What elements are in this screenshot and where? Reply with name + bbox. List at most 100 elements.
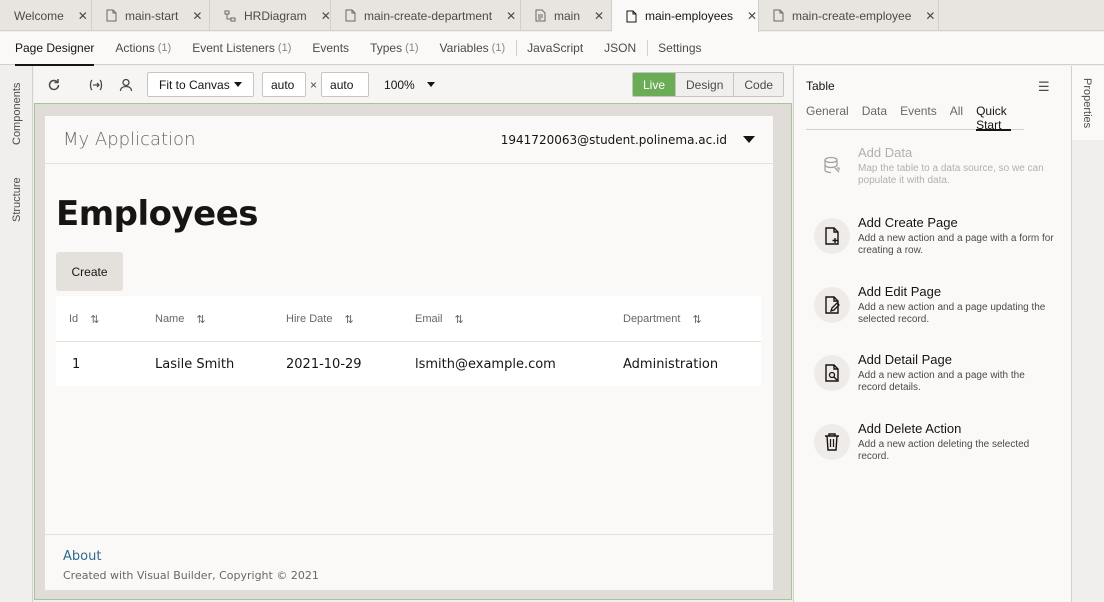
- column-header-email[interactable]: Email ⇅: [415, 296, 464, 342]
- quick-start-add-create-page[interactable]: Add Create Page Add a new action and a p…: [814, 215, 1054, 278]
- count-badge: (1): [277, 42, 292, 54]
- chevron-down-icon: [426, 82, 435, 87]
- tab-general[interactable]: General: [806, 104, 849, 130]
- close-icon[interactable]: ✕: [506, 9, 516, 23]
- tab-types[interactable]: Types (1): [370, 32, 418, 65]
- flow-icon: [535, 9, 546, 22]
- quick-start-title: Add Delete Action: [858, 421, 962, 436]
- tab-actions[interactable]: Actions (1): [115, 32, 171, 65]
- live-mode-button[interactable]: Live: [633, 73, 676, 96]
- count-badge: (1): [157, 42, 172, 54]
- tab-label: main-employees: [645, 9, 734, 23]
- chevron-down-icon: [234, 82, 242, 87]
- tab-javascript[interactable]: JavaScript: [527, 32, 583, 65]
- sort-icon: ⇅: [692, 313, 702, 326]
- properties-tabs: General Data Events All Quick Start: [806, 104, 1024, 132]
- quick-start-add-edit-page[interactable]: Add Edit Page Add a new action and a pag…: [814, 284, 1054, 347]
- chevron-down-icon: [743, 136, 755, 143]
- column-label: Name: [155, 313, 185, 325]
- close-icon[interactable]: ✕: [192, 9, 202, 23]
- design-mode-button[interactable]: Design: [675, 73, 734, 96]
- column-header-department[interactable]: Department ⇅: [623, 296, 702, 342]
- quick-start-description: Add a new action and a page updating the…: [858, 302, 1046, 325]
- user-menu[interactable]: 1941720063@student.polinema.ac.id: [501, 133, 755, 147]
- quick-start-title: Add Detail Page: [858, 352, 952, 367]
- variable-binding-icon[interactable]: [85, 74, 107, 96]
- file-plus-icon: [814, 218, 850, 254]
- quick-start-description: Add a new action and a page with the rec…: [858, 370, 1025, 393]
- tab-label: Actions: [115, 41, 155, 55]
- tab-all[interactable]: All: [950, 104, 963, 130]
- editor-tab-main-create-employee[interactable]: main-create-employee ✕: [759, 0, 939, 31]
- column-header-name[interactable]: Name ⇅: [155, 296, 206, 342]
- create-button[interactable]: Create: [56, 252, 123, 291]
- structure-panel-toggle[interactable]: Structure: [11, 177, 23, 222]
- left-rail: Components Structure: [0, 66, 33, 602]
- properties-panel-toggle[interactable]: Properties: [1081, 78, 1093, 128]
- tab-data[interactable]: Data: [862, 104, 887, 130]
- width-input[interactable]: auto: [262, 72, 306, 97]
- editor-tab-main-employees[interactable]: main-employees ✕: [612, 0, 759, 32]
- height-input[interactable]: auto: [321, 72, 370, 97]
- sort-icon: ⇅: [90, 313, 100, 326]
- fit-to-canvas-select[interactable]: Fit to Canvas: [147, 72, 254, 97]
- editor-tab-main-start[interactable]: main-start ✕: [92, 0, 210, 31]
- quick-start-description: Add a new action and a page with a form …: [858, 233, 1054, 256]
- column-header-hire-date[interactable]: Hire Date ⇅: [286, 296, 354, 342]
- column-header-id[interactable]: Id ⇅: [69, 296, 99, 342]
- components-panel-toggle[interactable]: Components: [11, 83, 23, 145]
- tab-settings[interactable]: Settings: [658, 32, 701, 65]
- about-link[interactable]: About: [63, 549, 755, 564]
- canvas-toolbar: Fit to Canvas auto × auto 100% Live Desi…: [34, 66, 792, 103]
- quick-start-add-detail-page[interactable]: Add Detail Page Add a new action and a p…: [814, 352, 1054, 415]
- refresh-icon[interactable]: [43, 74, 65, 96]
- divider: [516, 40, 518, 56]
- designer-sub-tabs: Page Designer Actions (1) Event Listeners…: [0, 32, 1104, 66]
- tab-variables[interactable]: Variables (1): [440, 32, 506, 65]
- trash-icon: [814, 424, 850, 460]
- quick-start-add-data[interactable]: Add Data Map the table to a data source,…: [814, 145, 1054, 208]
- diagram-icon: [224, 10, 236, 22]
- table-row[interactable]: 1 Lasile Smith 2021-10-29 lsmith@example…: [56, 343, 761, 386]
- close-icon[interactable]: ✕: [594, 9, 604, 23]
- sort-icon: ⇅: [454, 313, 464, 326]
- quick-start-add-delete-action[interactable]: Add Delete Action Add a new action delet…: [814, 421, 1054, 484]
- close-icon[interactable]: ✕: [78, 9, 88, 23]
- tab-event-listeners[interactable]: Event Listeners (1): [192, 32, 291, 65]
- quick-start-title: Add Data: [858, 145, 913, 160]
- zoom-select[interactable]: 100%: [384, 78, 435, 92]
- table-header: Id ⇅ Name ⇅ Hire Date ⇅ Email ⇅ Department ⇅: [56, 296, 761, 342]
- user-icon[interactable]: [115, 74, 137, 96]
- right-rail: Properties: [1071, 66, 1104, 602]
- tab-label: Event Listeners: [192, 41, 275, 55]
- tab-json[interactable]: JSON: [604, 32, 636, 65]
- file-edit-icon: [814, 287, 850, 323]
- tab-events[interactable]: Events: [312, 32, 349, 65]
- tab-quick-start[interactable]: Quick Start: [976, 104, 1011, 132]
- employees-table: Id ⇅ Name ⇅ Hire Date ⇅ Email ⇅ Department ⇅ …: [56, 296, 761, 386]
- editor-tab-hrdiagram[interactable]: HRDiagram ✕: [210, 0, 331, 31]
- tab-label: JavaScript: [527, 41, 584, 55]
- tab-page-designer[interactable]: Page Designer: [15, 32, 95, 66]
- menu-icon[interactable]: ☰: [1038, 79, 1050, 95]
- editor-tab-welcome[interactable]: Welcome ✕: [0, 0, 92, 31]
- editor-tab-main[interactable]: main ✕: [521, 0, 612, 31]
- close-icon[interactable]: ✕: [747, 9, 757, 23]
- quick-start-description: Add a new action deleting the selected r…: [858, 439, 1030, 462]
- view-mode-switch: Live Design Code: [632, 72, 785, 97]
- app-title: My Application: [63, 129, 196, 150]
- quick-start-title: Add Create Page: [858, 215, 958, 230]
- editor-tab-main-create-department[interactable]: main-create-department ✕: [331, 0, 521, 31]
- component-type-title: Table: [806, 79, 835, 93]
- cell-name: Lasile Smith: [155, 357, 235, 372]
- code-mode-button[interactable]: Code: [733, 73, 784, 96]
- column-label: Email: [415, 313, 443, 325]
- tab-label: Welcome: [14, 8, 64, 23]
- cell-department: Administration: [623, 357, 719, 372]
- close-icon[interactable]: ✕: [321, 9, 331, 23]
- file-search-icon: [814, 355, 850, 391]
- tab-label: main: [554, 8, 581, 23]
- tab-events[interactable]: Events: [900, 104, 937, 130]
- close-icon[interactable]: ✕: [925, 9, 935, 23]
- app-preview: My Application 1941720063@student.poline…: [45, 116, 773, 590]
